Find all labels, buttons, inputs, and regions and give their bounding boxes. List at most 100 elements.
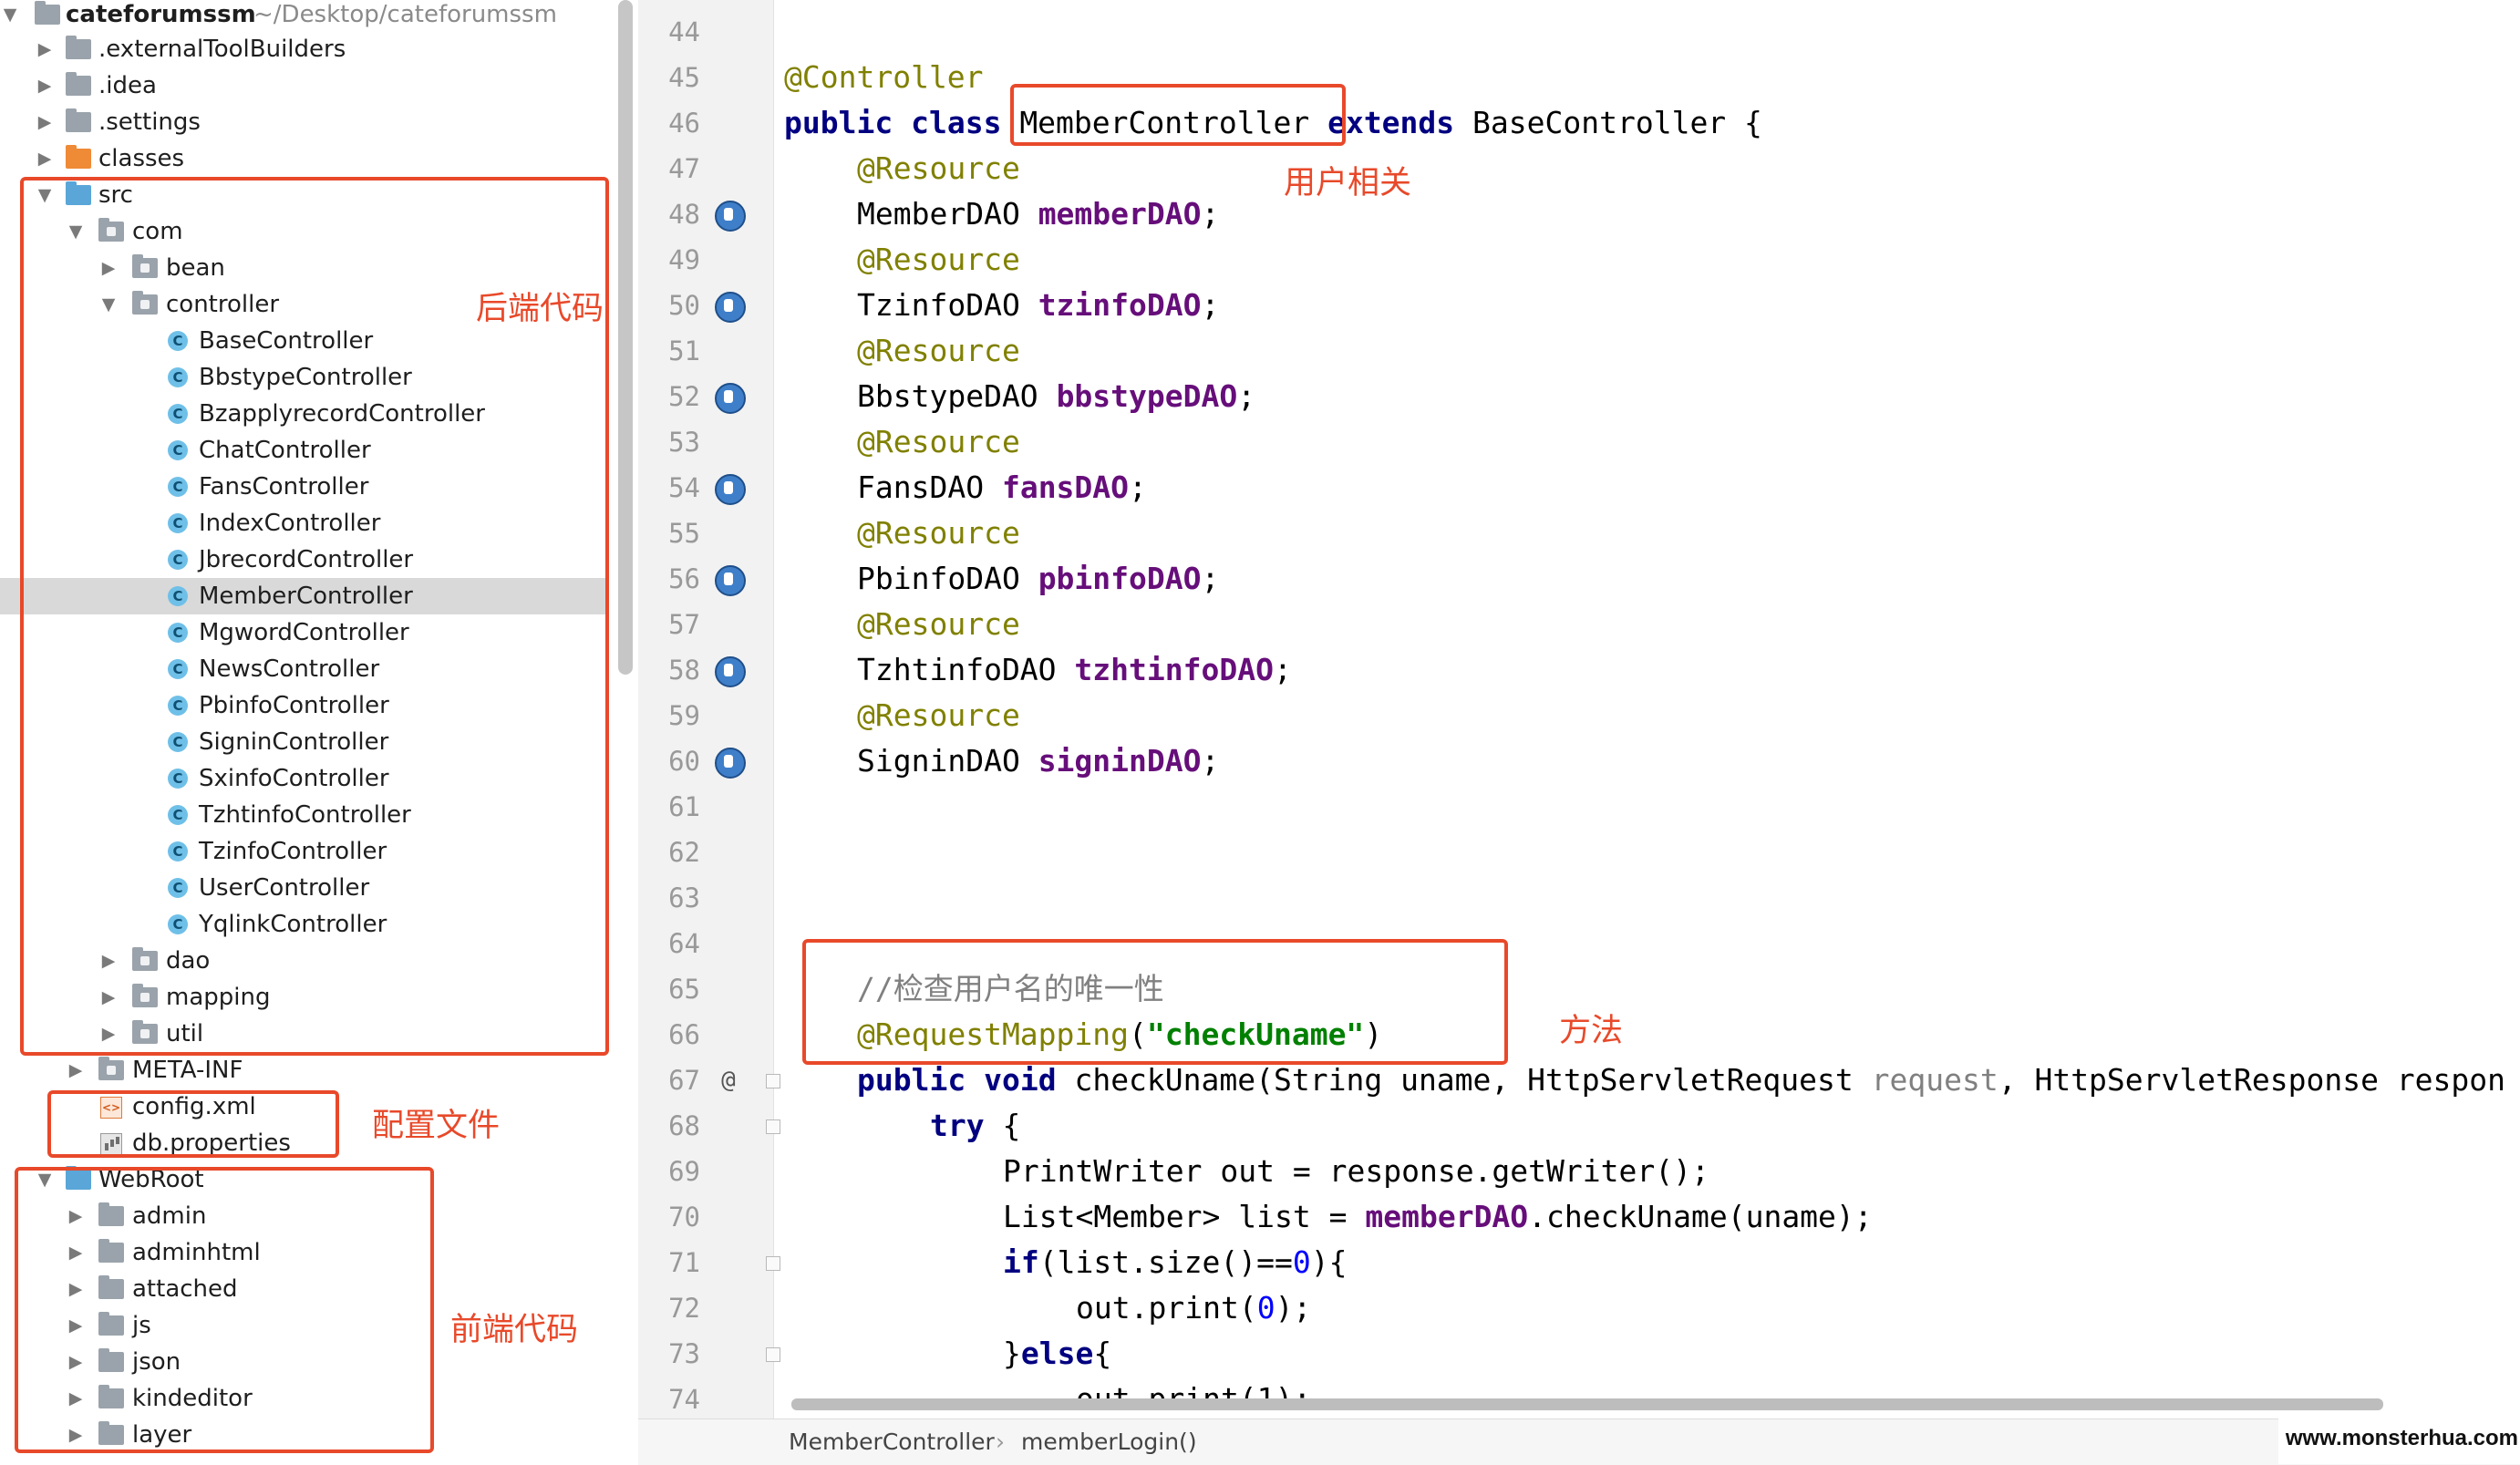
annotation-box-class-name [1010,84,1346,146]
output-folder-icon [66,145,91,169]
line-number: 61 [668,791,700,822]
fold-toggle-icon[interactable] [766,1256,780,1271]
chevron-right-icon[interactable]: ▶ [35,140,55,177]
tree-item-project-root[interactable]: ▼ cateforumssm ~/Desktop/cateforumssm [0,0,613,33]
tree-item-settings[interactable]: ▶ .settings [0,104,613,140]
code-line-52: BbstypeDAO bbstypeDAO; [857,378,1256,414]
code-line-70: List<Member> list = memberDAO.checkUname… [1003,1199,1873,1234]
code-line-58: TzhtinfoDAO tzhtinfoDAO; [857,652,1292,687]
code-line-72: out.print(0); [1076,1290,1312,1326]
line-number: 71 [668,1247,700,1278]
code-line-53: @Resource [857,424,1020,459]
annotation-box-config [47,1090,339,1158]
breadcrumb-item-class[interactable]: MemberController [789,1419,995,1465]
code-line-56: PbinfoDAO pbinfoDAO; [857,561,1220,596]
breadcrumb-separator-icon: › [996,1429,1005,1455]
line-number: 68 [668,1110,700,1141]
project-folder-icon [35,1,60,25]
line-number: 49 [668,244,700,275]
fold-toggle-icon[interactable] [766,1074,780,1088]
line-number: 54 [668,472,700,503]
chevron-right-icon[interactable]: ▶ [66,1052,86,1088]
line-number: 50 [668,290,700,321]
tree-item-external-tool-builders[interactable]: ▶ .externalToolBuilders [0,31,613,67]
tree-item-label: .idea [98,72,157,99]
request-mapping-marker-icon[interactable]: @ [715,1067,742,1094]
injection-marker-icon[interactable] [715,201,746,232]
code-line-60: SigninDAO signinDAO; [857,743,1220,779]
project-path: ~/Desktop/cateforumssm [253,1,557,28]
chevron-down-icon[interactable]: ▼ [0,0,20,33]
code-line-51: @Resource [857,333,1020,368]
code-line-47: @Resource [857,150,1020,186]
tree-item-label: .settings [98,108,201,136]
fold-toggle-icon[interactable] [766,1119,780,1134]
line-number: 64 [668,928,700,959]
line-number: 46 [668,108,700,139]
line-number: 73 [668,1338,700,1369]
fold-toggle-icon[interactable] [766,1347,780,1362]
folder-icon [66,36,91,59]
folder-icon [66,108,91,132]
line-number: 62 [668,837,700,868]
line-number: 53 [668,427,700,458]
code-line-50: TzinfoDAO tzinfoDAO; [857,287,1220,323]
tree-item-label: .externalToolBuilders [98,36,346,63]
project-name: cateforumssm [66,1,256,28]
line-number: 70 [668,1202,700,1233]
annotation-label-config: 配置文件 [372,1108,501,1144]
line-number: 47 [668,153,700,184]
tree-item-idea[interactable]: ▶ .idea [0,67,613,104]
injection-marker-icon[interactable] [715,656,746,687]
code-editor[interactable]: 44 45 46 47 48 49 50 51 52 53 54 55 56 5… [638,0,2520,1465]
chevron-right-icon[interactable]: ▶ [35,31,55,67]
breadcrumb: MemberController › memberLogin() [638,1419,2520,1465]
code-line-71: if(list.size()==0){ [1003,1244,1348,1280]
line-number: 52 [668,381,700,412]
line-number: 56 [668,563,700,594]
line-number: 59 [668,700,700,731]
code-line-59: @Resource [857,697,1020,733]
line-gutter: 44 45 46 47 48 49 50 51 52 53 54 55 56 5… [638,0,780,1419]
tree-item-classes[interactable]: ▶ classes [0,140,613,177]
line-number: 65 [668,974,700,1005]
injection-marker-icon[interactable] [715,748,746,779]
line-number: 55 [668,518,700,549]
annotation-label-frontend: 前端代码 [450,1312,579,1348]
annotation-label-backend: 后端代码 [476,291,604,327]
code-line-48: MemberDAO memberDAO; [857,196,1220,232]
line-number: 60 [668,746,700,777]
line-number: 67 [668,1065,700,1096]
chevron-right-icon[interactable]: ▶ [35,67,55,104]
line-number: 74 [668,1384,700,1415]
line-number: 58 [668,655,700,686]
line-number: 63 [668,882,700,913]
code-line-68: try { [930,1108,1021,1143]
folder-icon [66,72,91,96]
injection-marker-icon[interactable] [715,383,746,414]
chevron-right-icon[interactable]: ▶ [35,104,55,140]
code-line-74-partial: out.print(1); [1076,1377,1311,1398]
injection-marker-icon[interactable] [715,292,746,323]
injection-marker-icon[interactable] [715,565,746,596]
breadcrumb-item-method[interactable]: memberLogin() [1021,1419,1197,1465]
tree-item-meta-inf[interactable]: ▶ META-INF [0,1052,613,1088]
annotation-label-method: 方法 [1559,1013,1624,1049]
horizontal-scrollbar[interactable] [791,1398,2383,1410]
code-line-55: @Resource [857,515,1020,551]
injection-marker-icon[interactable] [715,474,746,505]
line-number: 66 [668,1019,700,1050]
code-line-54: FansDAO fansDAO; [857,469,1147,505]
line-number: 51 [668,335,700,366]
annotation-box-frontend [15,1167,434,1453]
tree-scrollbar[interactable] [618,0,633,675]
annotation-box-method [802,939,1508,1065]
annotation-label-user-related: 用户相关 [1284,165,1412,201]
line-number: 57 [668,609,700,640]
tree-item-label: classes [98,145,185,172]
tree-item-label: META-INF [132,1057,243,1084]
line-number: 48 [668,199,700,230]
watermark: www.monsterhua.com [2277,1413,2520,1464]
package-icon [98,1057,124,1080]
line-number: 45 [668,62,700,93]
